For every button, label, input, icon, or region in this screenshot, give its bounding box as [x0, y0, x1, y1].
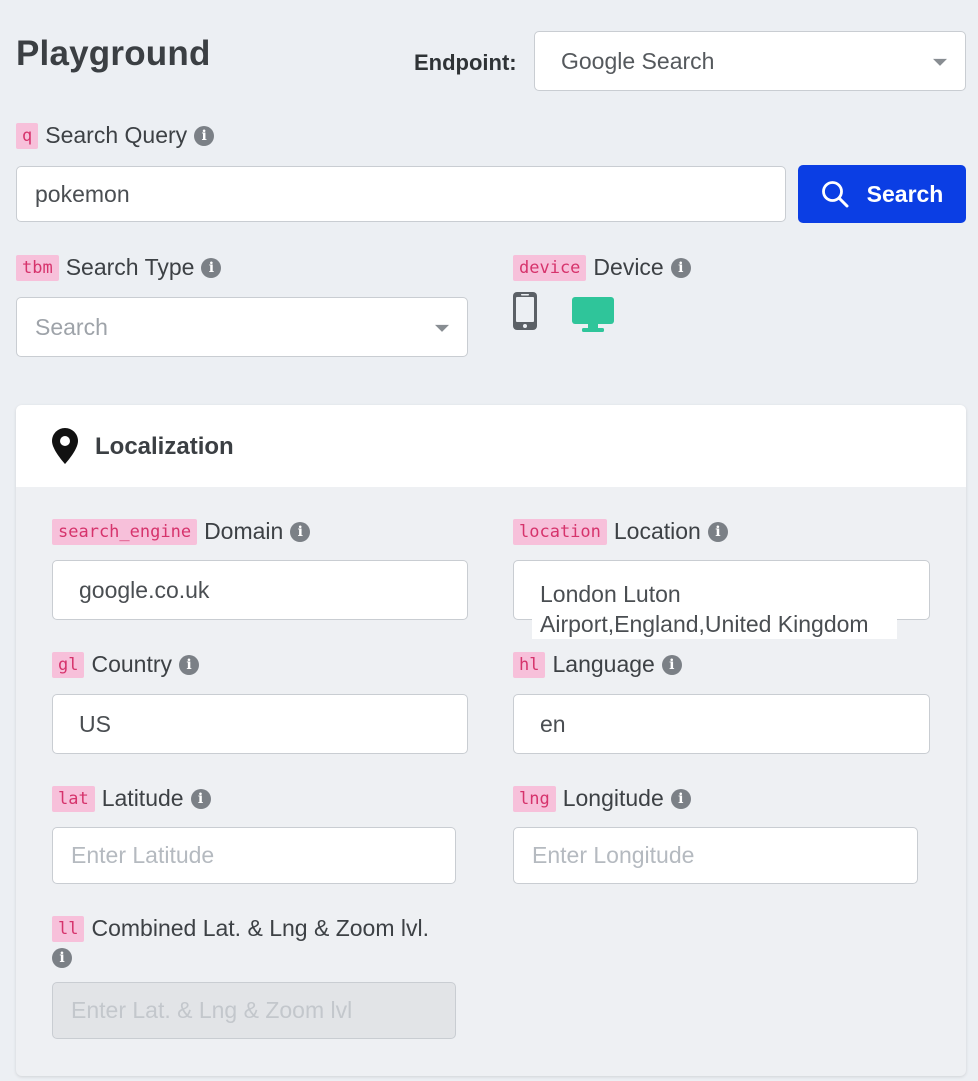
language-label: Language	[552, 651, 655, 677]
mobile-icon[interactable]	[512, 291, 538, 331]
device-label-row: device Device i	[513, 254, 691, 281]
info-icon[interactable]: i	[707, 521, 728, 542]
info-icon[interactable]: i	[290, 521, 311, 542]
country-value: US	[79, 710, 111, 737]
latitude-label-row: lat Latitude i	[52, 785, 211, 812]
longitude-placeholder: Enter Longitude	[532, 842, 695, 868]
country-input[interactable]: US	[52, 694, 468, 754]
location-label: Location	[613, 518, 701, 544]
param-tag-device: device	[513, 254, 587, 281]
param-tag-lng: lng	[513, 785, 556, 812]
info-icon[interactable]: i	[179, 654, 200, 675]
page-title: Playground	[16, 34, 211, 73]
combined-placeholder: Enter Lat. & Lng & Zoom lvl	[71, 997, 353, 1023]
combined-input[interactable]: Enter Lat. & Lng & Zoom lvl	[52, 982, 456, 1039]
domain-value: google.co.uk	[79, 576, 210, 603]
location-value-line2: Airport,England,United Kingdom	[532, 609, 897, 639]
longitude-input[interactable]: Enter Longitude	[513, 827, 918, 884]
location-label-row: location Location i	[513, 518, 728, 545]
language-value: en	[540, 710, 566, 737]
endpoint-select-value: Google Search	[561, 47, 715, 74]
localization-title: Localization	[95, 433, 234, 460]
search-type-label: Search Type	[65, 254, 195, 280]
search-type-label-row: tbm Search Type i	[16, 254, 222, 281]
domain-input[interactable]: google.co.uk	[52, 560, 468, 620]
search-button-label: Search	[866, 180, 944, 207]
param-tag-location: location	[513, 518, 607, 545]
endpoint-select[interactable]: Google Search	[534, 31, 966, 91]
search-query-label-row: q Search Query i	[16, 122, 215, 149]
country-label-row: gl Country i	[52, 651, 200, 678]
search-icon	[821, 181, 849, 208]
chevron-down-icon	[933, 58, 947, 66]
param-tag-q: q	[16, 122, 39, 149]
language-label-row: hl Language i	[513, 651, 682, 678]
param-tag-search-engine: search_engine	[52, 518, 198, 545]
search-query-label: Search Query	[45, 122, 188, 148]
endpoint-label: Endpoint:	[414, 50, 517, 75]
latitude-label: Latitude	[101, 785, 184, 811]
search-type-select[interactable]: Search	[16, 297, 468, 357]
search-type-placeholder: Search	[35, 313, 108, 340]
param-tag-ll: ll	[52, 915, 85, 942]
desktop-icon[interactable]	[571, 296, 615, 334]
param-tag-hl: hl	[513, 651, 546, 678]
param-tag-lat: lat	[52, 785, 95, 812]
latitude-input[interactable]: Enter Latitude	[52, 827, 456, 884]
search-query-input[interactable]: pokemon	[16, 166, 786, 222]
longitude-label-row: lng Longitude i	[513, 785, 691, 812]
device-label: Device	[593, 254, 664, 280]
search-query-value: pokemon	[35, 180, 130, 207]
combined-label-row: ll Combined Lat. & Lng & Zoom lvl.	[52, 915, 429, 942]
info-icon[interactable]: i	[670, 257, 691, 278]
info-icon[interactable]: i	[661, 654, 682, 675]
country-label: Country	[91, 651, 173, 677]
info-icon[interactable]: i	[201, 257, 222, 278]
search-button[interactable]: Search	[798, 165, 966, 223]
domain-label: Domain	[204, 518, 284, 544]
map-pin-icon	[52, 428, 78, 464]
combined-label: Combined Lat. & Lng & Zoom lvl.	[91, 915, 429, 941]
location-value: London Luton Airport,England,United King…	[532, 579, 910, 639]
info-icon[interactable]: i	[670, 788, 691, 809]
info-icon[interactable]: i	[190, 788, 211, 809]
language-input[interactable]: en	[513, 694, 930, 754]
longitude-label: Longitude	[562, 785, 664, 811]
info-icon[interactable]: i	[52, 948, 72, 968]
domain-label-row: search_engine Domain i	[52, 518, 311, 545]
location-value-line1: London Luton	[540, 581, 681, 607]
param-tag-tbm: tbm	[16, 254, 59, 281]
chevron-down-icon	[435, 324, 449, 332]
latitude-placeholder: Enter Latitude	[71, 842, 215, 868]
info-icon[interactable]: i	[194, 125, 215, 146]
param-tag-gl: gl	[52, 651, 85, 678]
